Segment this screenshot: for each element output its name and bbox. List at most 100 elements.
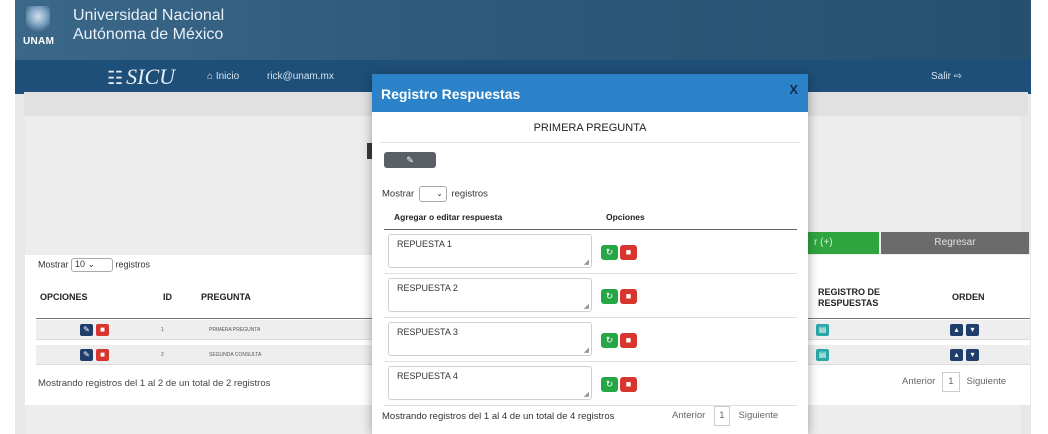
- answer-textarea[interactable]: RESPUESTA 3 ◢: [388, 322, 592, 356]
- update-answer-button[interactable]: ↻: [601, 333, 618, 348]
- pencil-icon: ✎: [83, 325, 90, 334]
- trash-icon: ■: [625, 379, 632, 389]
- brand-name: SICU: [126, 64, 176, 89]
- show-label: Mostrar: [38, 259, 69, 270]
- trash-icon: ■: [100, 325, 105, 334]
- update-answer-button[interactable]: ↻: [601, 289, 618, 304]
- caret-down-icon: ▾: [970, 325, 975, 334]
- institution-name-line1: Universidad Nacional: [73, 7, 225, 24]
- modal-header: Registro Respuestas X: [372, 74, 808, 112]
- answer-text: REPUESTA 1: [397, 239, 452, 249]
- document-icon: ▤: [818, 350, 827, 359]
- modal-title: Registro Respuestas: [381, 86, 521, 102]
- answer-text: RESPUESTA 2: [397, 283, 458, 293]
- resize-grip-icon[interactable]: ◢: [584, 390, 589, 398]
- modal-page-length-control: Mostrar ⌄ registros: [382, 186, 488, 202]
- delete-answer-button[interactable]: ■: [620, 333, 637, 348]
- trash-icon: ■: [625, 291, 632, 301]
- pencil-icon: ✎: [83, 350, 90, 359]
- back-button[interactable]: Regresar: [881, 232, 1029, 254]
- pagination-prev[interactable]: Anterior: [902, 376, 935, 387]
- resize-grip-icon[interactable]: ◢: [584, 258, 589, 266]
- nav-logout-label: Salir: [931, 71, 952, 82]
- answer-textarea[interactable]: RESPUESTA 4 ◢: [388, 366, 592, 400]
- modal-pagination: Anterior 1 Siguiente: [672, 406, 778, 426]
- nav-home-link[interactable]: ⌂ Inicio: [207, 71, 239, 82]
- pagination-page[interactable]: 1: [941, 372, 960, 392]
- home-icon: ⌂: [207, 71, 214, 82]
- refresh-icon: ↻: [605, 335, 614, 345]
- modal-page-length-select[interactable]: ⌄: [418, 186, 447, 202]
- row-id: 1: [161, 327, 164, 333]
- col-header-registro[interactable]: REGISTRO DE RESPUESTAS: [818, 287, 888, 309]
- answer-row: RESPUESTA 4 ◢ ↻ ■: [384, 362, 797, 406]
- move-up-button[interactable]: ▴: [950, 349, 963, 361]
- answer-textarea[interactable]: REPUESTA 1 ◢: [388, 234, 592, 268]
- table-info: Mostrando registros del 1 al 2 de un tot…: [38, 378, 271, 389]
- answer-text: RESPUESTA 3: [397, 327, 458, 337]
- update-answer-button[interactable]: ↻: [601, 377, 618, 392]
- answers-register-button[interactable]: ▤: [816, 324, 829, 336]
- resize-grip-icon[interactable]: ◢: [584, 346, 589, 354]
- institution-name-line2: Autónoma de México: [73, 26, 224, 43]
- answer-row: RESPUESTA 2 ◢ ↻ ■: [384, 274, 797, 318]
- unam-logo: UNAM: [23, 6, 54, 47]
- modal-pagination-page[interactable]: 1: [713, 406, 730, 426]
- sicu-logo-icon: ☷: [107, 68, 124, 88]
- logout-icon: ⇨: [953, 71, 963, 82]
- refresh-icon: ↻: [605, 247, 614, 257]
- modal-divider: [380, 142, 800, 143]
- institution-header: UNAM Universidad Nacional Autónoma de Mé…: [15, 0, 1031, 60]
- col-header-pregunta[interactable]: PREGUNTA: [201, 292, 251, 302]
- edit-question-button[interactable]: ✎: [384, 152, 436, 168]
- table-pagination: Anterior 1 Siguiente: [902, 372, 1006, 392]
- resize-grip-icon[interactable]: ◢: [584, 302, 589, 310]
- col-header-orden[interactable]: ORDEN: [952, 292, 985, 302]
- trash-icon: ■: [100, 350, 105, 359]
- modal-show-label: Mostrar: [382, 188, 415, 200]
- document-icon: ▤: [818, 325, 827, 334]
- modal-pagination-prev[interactable]: Anterior: [672, 410, 705, 421]
- delete-answer-button[interactable]: ■: [620, 289, 637, 304]
- nav-logout-link[interactable]: Salir ⇨: [931, 71, 962, 82]
- page-length-value: 10: [75, 259, 86, 269]
- col-header-opciones[interactable]: OPCIONES: [40, 292, 88, 302]
- update-answer-button[interactable]: ↻: [601, 245, 618, 260]
- brand-link[interactable]: ☷ SICU: [107, 64, 175, 90]
- pagination-next[interactable]: Siguiente: [967, 376, 1007, 387]
- edit-button[interactable]: ✎: [80, 349, 93, 361]
- col-header-options[interactable]: Opciones: [606, 212, 645, 222]
- show-label-suffix: registros: [115, 259, 151, 270]
- edit-button[interactable]: ✎: [80, 324, 93, 336]
- move-down-button[interactable]: ▾: [966, 349, 979, 361]
- caret-up-icon: ▴: [954, 350, 959, 359]
- caret-down-icon: ▾: [970, 350, 975, 359]
- page-length-control: Mostrar 10 ⌄ registros: [38, 258, 150, 272]
- modal-pagination-next[interactable]: Siguiente: [739, 410, 779, 421]
- add-question-button[interactable]: r (+): [808, 232, 879, 254]
- row-pregunta: PRIMERA PREGUNTA: [209, 327, 261, 333]
- answer-textarea[interactable]: RESPUESTA 2 ◢: [388, 278, 592, 312]
- delete-answer-button[interactable]: ■: [620, 377, 637, 392]
- nav-user-email[interactable]: rick@unam.mx: [267, 71, 334, 82]
- answers-register-button[interactable]: ▤: [816, 349, 829, 361]
- answer-row: RESPUESTA 3 ◢ ↻ ■: [384, 318, 797, 362]
- col-header-answer[interactable]: Agregar o editar respuesta: [394, 212, 502, 222]
- modal-close-button[interactable]: X: [789, 82, 798, 97]
- row-pregunta: SEGUNDA CONSULTA: [209, 352, 262, 358]
- col-header-id[interactable]: ID: [163, 292, 172, 302]
- move-down-button[interactable]: ▾: [966, 324, 979, 336]
- delete-button[interactable]: ■: [96, 324, 109, 336]
- chevron-down-icon: ⌄: [436, 189, 443, 198]
- delete-button[interactable]: ■: [96, 349, 109, 361]
- question-title: PRIMERA PREGUNTA: [533, 122, 647, 134]
- refresh-icon: ↻: [605, 291, 614, 301]
- row-id: 2: [161, 352, 164, 358]
- delete-answer-button[interactable]: ■: [620, 245, 637, 260]
- caret-up-icon: ▴: [954, 325, 959, 334]
- page-length-select[interactable]: 10 ⌄: [71, 258, 114, 272]
- pencil-icon: ✎: [406, 155, 414, 165]
- unam-crest-icon: [26, 6, 50, 32]
- move-up-button[interactable]: ▴: [950, 324, 963, 336]
- modal-show-label-suffix: registros: [451, 188, 488, 200]
